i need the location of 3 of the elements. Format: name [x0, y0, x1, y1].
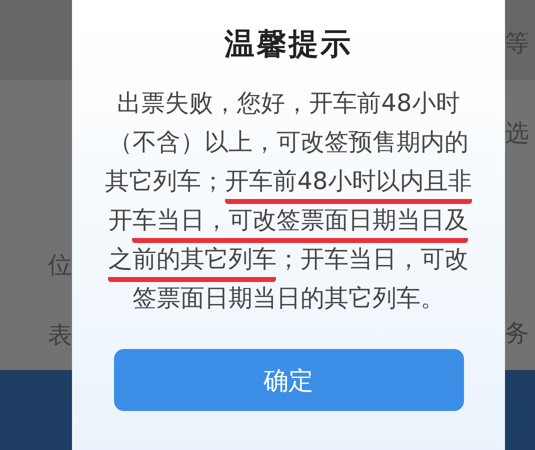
dialog-title: 温馨提示 [224, 26, 352, 64]
dialog-message: 出票失败，您好，开车前48小时 （不含）以上，可改签预售期内的 其它列车；开车前48小时以内且非 开车当日，可改签票面日期当日及 之前的其它列车；开车当日，可改 签票面日期当日的其它列车。 [105, 88, 472, 314]
confirm-button[interactable]: 确定 [114, 349, 464, 411]
